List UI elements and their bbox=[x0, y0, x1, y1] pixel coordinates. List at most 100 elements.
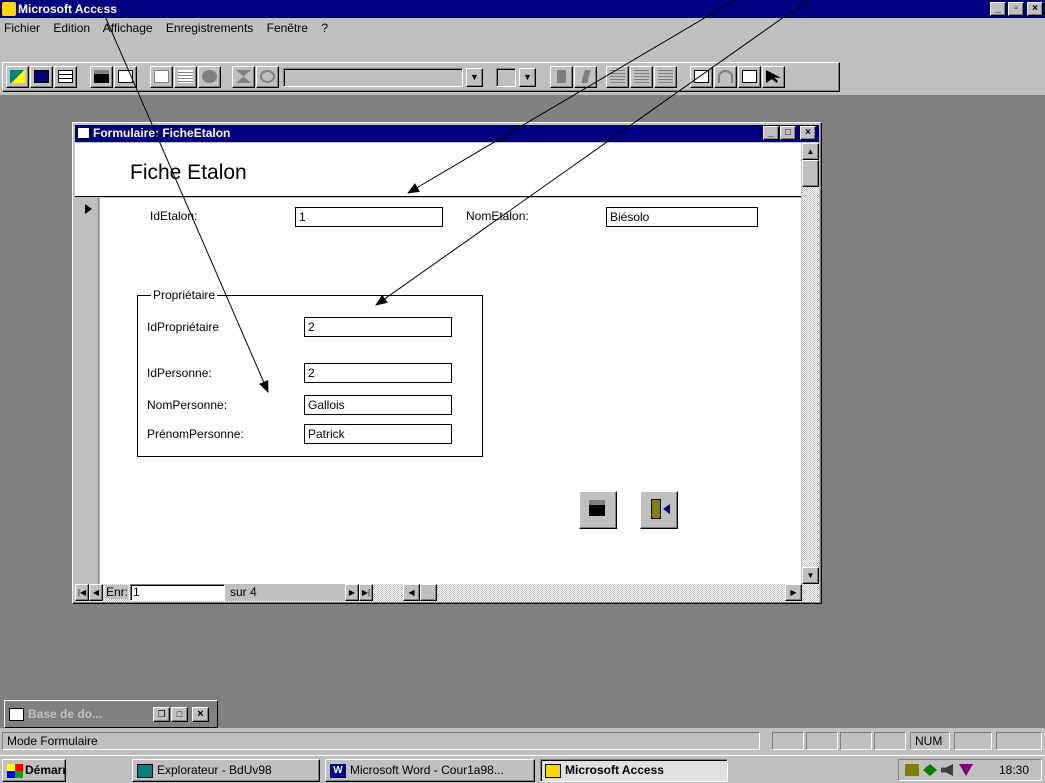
font-size-combo[interactable] bbox=[496, 68, 516, 87]
save-record-button[interactable] bbox=[579, 491, 617, 529]
menu-bar: Fichier Edition Affichage Enregistrement… bbox=[4, 19, 604, 37]
italic-button[interactable] bbox=[574, 66, 597, 88]
office-assistant-button[interactable] bbox=[738, 66, 761, 88]
nom-personne-field[interactable]: Gallois bbox=[304, 395, 452, 415]
num-lock-indicator: NUM bbox=[910, 732, 950, 750]
horizontal-scroll-thumb[interactable] bbox=[420, 584, 437, 601]
code-button[interactable] bbox=[198, 66, 221, 88]
toolbox-icon bbox=[260, 70, 275, 83]
form-maximize-button[interactable]: □ bbox=[780, 126, 796, 140]
start-label: Démarrer bbox=[25, 763, 65, 777]
taskbar-access[interactable]: Microsoft Access bbox=[540, 759, 728, 782]
undo-button[interactable] bbox=[714, 66, 737, 88]
record-selector[interactable] bbox=[75, 198, 99, 584]
access-key-icon bbox=[2, 2, 16, 16]
form-detail: IdEtalon: 1 NomEtalon: Biésolo Propriéta… bbox=[100, 198, 801, 584]
italic-icon bbox=[580, 70, 591, 83]
toolbox-button[interactable] bbox=[256, 66, 279, 88]
save-button[interactable] bbox=[90, 66, 113, 88]
minimized-window-title: Base de do... bbox=[28, 707, 103, 721]
taskbar-explorer[interactable]: Explorateur - BdUv98 bbox=[132, 759, 320, 782]
code-icon bbox=[202, 70, 217, 83]
menu-help[interactable]: ? bbox=[321, 21, 328, 35]
font-name-combo[interactable] bbox=[283, 68, 463, 87]
previous-record-button[interactable]: ◀ bbox=[89, 584, 103, 601]
menu-fichier[interactable]: Fichier bbox=[4, 21, 40, 35]
align-right-button[interactable] bbox=[654, 66, 677, 88]
build-icon bbox=[236, 70, 251, 83]
form-icon bbox=[77, 127, 90, 139]
id-etalon-label: IdEtalon: bbox=[150, 209, 198, 223]
start-button[interactable]: Démarrer bbox=[2, 759, 66, 782]
pointer-help-icon bbox=[766, 70, 781, 83]
restore-button[interactable]: ▫ bbox=[1008, 2, 1024, 16]
menu-enregistrements[interactable]: Enregistrements bbox=[166, 21, 253, 35]
taskbar-access-label: Microsoft Access bbox=[565, 763, 664, 777]
print-preview-button[interactable] bbox=[114, 66, 137, 88]
bold-button[interactable] bbox=[550, 66, 573, 88]
clock: 18:30 bbox=[999, 763, 1030, 777]
whats-this-button[interactable] bbox=[762, 66, 785, 88]
minimized-restore-button[interactable]: ❐ bbox=[153, 707, 170, 722]
exit-door-icon bbox=[651, 499, 661, 519]
scroll-thumb[interactable] bbox=[802, 160, 819, 187]
first-record-button[interactable]: |◀ bbox=[75, 584, 89, 601]
build-button[interactable] bbox=[232, 66, 255, 88]
scroll-right-button[interactable]: ▶ bbox=[785, 584, 802, 601]
database-icon bbox=[694, 70, 709, 83]
proprietaire-group-label: Propriétaire bbox=[151, 287, 218, 303]
menu-affichage[interactable]: Affichage bbox=[103, 21, 153, 35]
taskbar-word-label: Microsoft Word - Cour1a98... bbox=[350, 763, 504, 777]
prenom-personne-field[interactable]: Patrick bbox=[304, 424, 452, 444]
app-title: Microsoft Access bbox=[18, 2, 117, 16]
scroll-up-button[interactable]: ▲ bbox=[802, 143, 819, 160]
datasheet-view-button[interactable] bbox=[54, 66, 77, 88]
undo-icon bbox=[718, 70, 733, 83]
close-button[interactable]: × bbox=[1027, 2, 1043, 16]
align-left-button[interactable] bbox=[606, 66, 629, 88]
id-proprietaire-field[interactable]: 2 bbox=[304, 317, 452, 337]
menu-fenetre[interactable]: Fenêtre bbox=[267, 21, 308, 35]
last-record-button[interactable]: ▶| bbox=[359, 584, 373, 601]
datasheet-icon bbox=[58, 70, 73, 83]
minimized-close-button[interactable]: × bbox=[192, 707, 209, 722]
next-record-button[interactable]: ▶ bbox=[345, 584, 359, 601]
record-count-label: sur 4 bbox=[225, 584, 345, 601]
font-name-dropdown[interactable]: ▼ bbox=[466, 68, 483, 87]
floppy-pencil-icon bbox=[589, 500, 605, 516]
record-number-field[interactable]: 1 bbox=[130, 584, 225, 601]
status-panel-3 bbox=[840, 732, 872, 750]
minimize-button[interactable]: _ bbox=[990, 2, 1006, 16]
menu-edition[interactable]: Edition bbox=[53, 21, 90, 35]
id-personne-field[interactable]: 2 bbox=[304, 363, 452, 383]
scroll-left-button[interactable]: ◀ bbox=[403, 584, 420, 601]
app-title-bar[interactable]: Microsoft Access _ ▫ × bbox=[0, 0, 1045, 18]
nom-etalon-field[interactable]: Biésolo bbox=[606, 207, 758, 227]
form-title-bar[interactable]: Formulaire: FicheEtalon _ □ × bbox=[75, 125, 819, 142]
align-center-button[interactable] bbox=[630, 66, 653, 88]
font-size-dropdown[interactable]: ▼ bbox=[519, 68, 536, 87]
bold-icon bbox=[557, 70, 566, 83]
minimized-database-window[interactable]: Base de do... ❐ □ × bbox=[4, 700, 218, 728]
design-view-button[interactable] bbox=[6, 66, 29, 88]
form-minimize-button[interactable]: _ bbox=[763, 126, 779, 140]
exit-arrow-icon bbox=[663, 504, 670, 514]
form-view-button[interactable] bbox=[30, 66, 53, 88]
status-panel-5 bbox=[954, 732, 992, 750]
taskbar-word[interactable]: W Microsoft Word - Cour1a98... bbox=[325, 759, 535, 782]
database-window-icon bbox=[9, 708, 24, 721]
id-etalon-field[interactable]: 1 bbox=[295, 207, 443, 227]
minimized-maximize-button[interactable]: □ bbox=[171, 707, 188, 722]
print-preview-icon bbox=[118, 70, 133, 83]
status-panel-1 bbox=[772, 732, 804, 750]
align-center-icon bbox=[634, 70, 649, 83]
field-list-button[interactable] bbox=[174, 66, 197, 88]
properties-button[interactable] bbox=[150, 66, 173, 88]
help-icon bbox=[742, 70, 757, 83]
vertical-scrollbar[interactable]: ▲ ▼ bbox=[802, 143, 819, 584]
database-window-button[interactable] bbox=[690, 66, 713, 88]
scroll-down-button[interactable]: ▼ bbox=[802, 567, 819, 584]
tray-plug-icon bbox=[905, 764, 919, 776]
form-close-button[interactable]: × bbox=[800, 126, 816, 140]
exit-form-button[interactable] bbox=[640, 491, 678, 529]
